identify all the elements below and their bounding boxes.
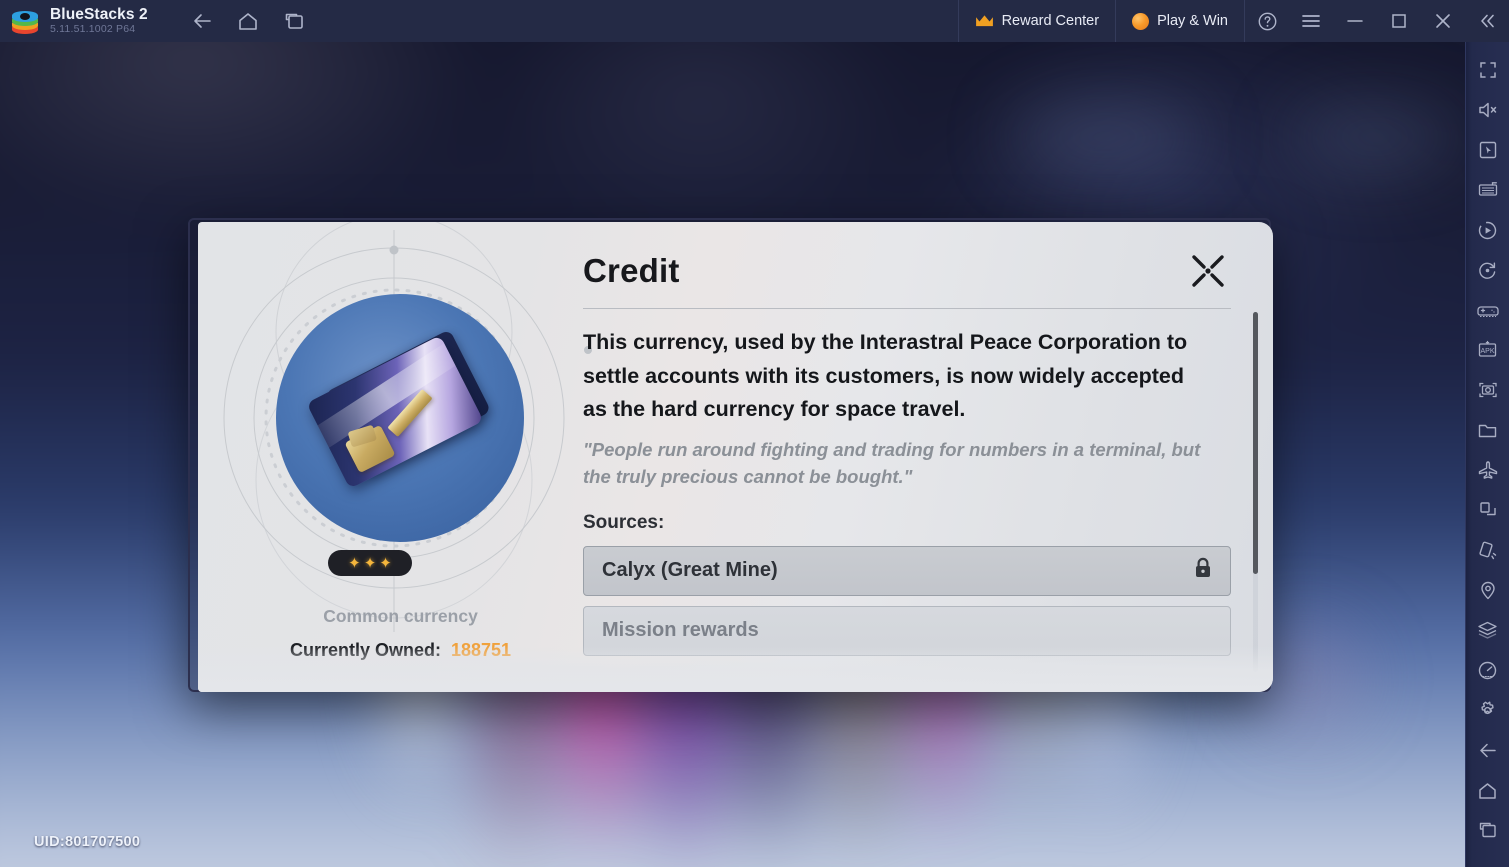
currently-owned-row: Currently Owned: 188751 xyxy=(198,640,603,661)
source-item-calyx[interactable]: Calyx (Great Mine) xyxy=(583,545,1231,596)
play-win-icon xyxy=(1132,12,1150,30)
dialog-content: Credit This currency, used by the Intera… xyxy=(583,222,1273,692)
back-icon[interactable] xyxy=(1466,730,1509,770)
sources-label: Sources: xyxy=(583,511,665,533)
dialog-title: Credit xyxy=(583,252,680,289)
reward-center-label: Reward Center xyxy=(1001,13,1100,29)
svg-text:APK: APK xyxy=(1480,348,1494,355)
resize-icon[interactable] xyxy=(1466,490,1509,530)
minimize-icon[interactable] xyxy=(1333,0,1377,42)
dialog-body: ✦ ✦ ✦ Common currency Currently Owned: 18… xyxy=(198,222,1273,692)
dialog-header: Credit xyxy=(583,252,1273,294)
recents-icon[interactable] xyxy=(280,7,308,35)
app-version: 5.11.51.1002 P64 xyxy=(50,23,136,36)
menu-icon[interactable] xyxy=(1289,0,1333,42)
credit-card-item-icon xyxy=(276,294,524,542)
crown-icon xyxy=(975,15,993,27)
background-card-right xyxy=(1290,102,1460,172)
rotate-icon[interactable] xyxy=(1466,250,1509,290)
titlebar-nav xyxy=(188,7,308,35)
rarity-badge: ✦ ✦ ✦ xyxy=(328,550,412,576)
titlebar-actions: Reward Center Play & Win xyxy=(957,0,1509,42)
dialog-scrollbar-track[interactable] xyxy=(1253,312,1258,672)
play-and-win-button[interactable]: Play & Win xyxy=(1116,0,1245,42)
dialog-scrollbar-thumb[interactable] xyxy=(1253,312,1258,574)
rarity-star-icon: ✦ xyxy=(379,554,392,572)
title-bar: BlueStacks 2 5.11.51.1002 P64 Reward Cen… xyxy=(0,0,1509,42)
home-icon[interactable] xyxy=(1466,770,1509,810)
sources-list: Calyx (Great Mine) Mission rewards xyxy=(583,545,1273,656)
source-item-label: Mission rewards xyxy=(602,619,759,642)
collapse-sidebar-icon[interactable] xyxy=(1465,0,1509,42)
uid-label: UID:801707500 xyxy=(34,834,141,850)
screenshot-icon[interactable] xyxy=(1466,370,1509,410)
currently-owned-label: Currently Owned: xyxy=(289,640,441,660)
bluestacks-logo-icon xyxy=(12,8,38,34)
media-folder-icon[interactable] xyxy=(1466,410,1509,450)
help-icon[interactable] xyxy=(1245,0,1289,42)
settings-gear-icon[interactable] xyxy=(1466,690,1509,730)
recents-icon[interactable] xyxy=(1466,810,1509,850)
back-icon[interactable] xyxy=(188,7,216,35)
shake-icon[interactable] xyxy=(1466,530,1509,570)
location-icon[interactable] xyxy=(1466,570,1509,610)
macro-recorder-icon[interactable] xyxy=(1466,210,1509,250)
item-description: This currency, used by the Interastral P… xyxy=(583,330,1188,422)
source-item-mission-rewards[interactable]: Mission rewards xyxy=(583,605,1231,656)
app-name: BlueStacks 2 xyxy=(50,5,148,23)
currently-owned-value: 188751 xyxy=(450,640,512,660)
close-icon[interactable] xyxy=(1185,248,1231,294)
title-divider xyxy=(583,308,1231,309)
item-subtitle: Common currency xyxy=(323,606,478,626)
maximize-icon[interactable] xyxy=(1377,0,1421,42)
lock-icon xyxy=(1194,557,1212,584)
item-detail-dialog: ✦ ✦ ✦ Common currency Currently Owned: 18… xyxy=(188,218,1273,692)
mute-icon[interactable] xyxy=(1466,90,1509,130)
keyboard-icon[interactable] xyxy=(1466,170,1509,210)
app-branding: BlueStacks 2 5.11.51.1002 P64 xyxy=(50,5,148,36)
source-item-label: Calyx (Great Mine) xyxy=(602,559,778,582)
rarity-star-icon: ✦ xyxy=(348,554,361,572)
reward-center-button[interactable]: Reward Center xyxy=(957,0,1117,42)
gamepad-icon[interactable] xyxy=(1466,290,1509,330)
item-flavor-quote: "People run around fighting and trading … xyxy=(583,438,1201,487)
rarity-star-icon: ✦ xyxy=(363,554,377,572)
home-icon[interactable] xyxy=(234,7,262,35)
background-card-left xyxy=(1010,102,1200,172)
pointer-icon[interactable] xyxy=(1466,130,1509,170)
performance-icon[interactable] xyxy=(1466,650,1509,690)
fullscreen-icon[interactable] xyxy=(1466,50,1509,90)
tools-sidebar: APK xyxy=(1465,42,1509,867)
app-window: UID:801707500 ✦ ✦ ✦ Common currency Curr… xyxy=(0,0,1509,867)
airplane-icon[interactable] xyxy=(1466,450,1509,490)
close-icon[interactable] xyxy=(1421,0,1465,42)
play-and-win-label: Play & Win xyxy=(1157,13,1228,29)
multi-instance-icon[interactable] xyxy=(1466,610,1509,650)
install-apk-icon[interactable]: APK xyxy=(1466,330,1509,370)
